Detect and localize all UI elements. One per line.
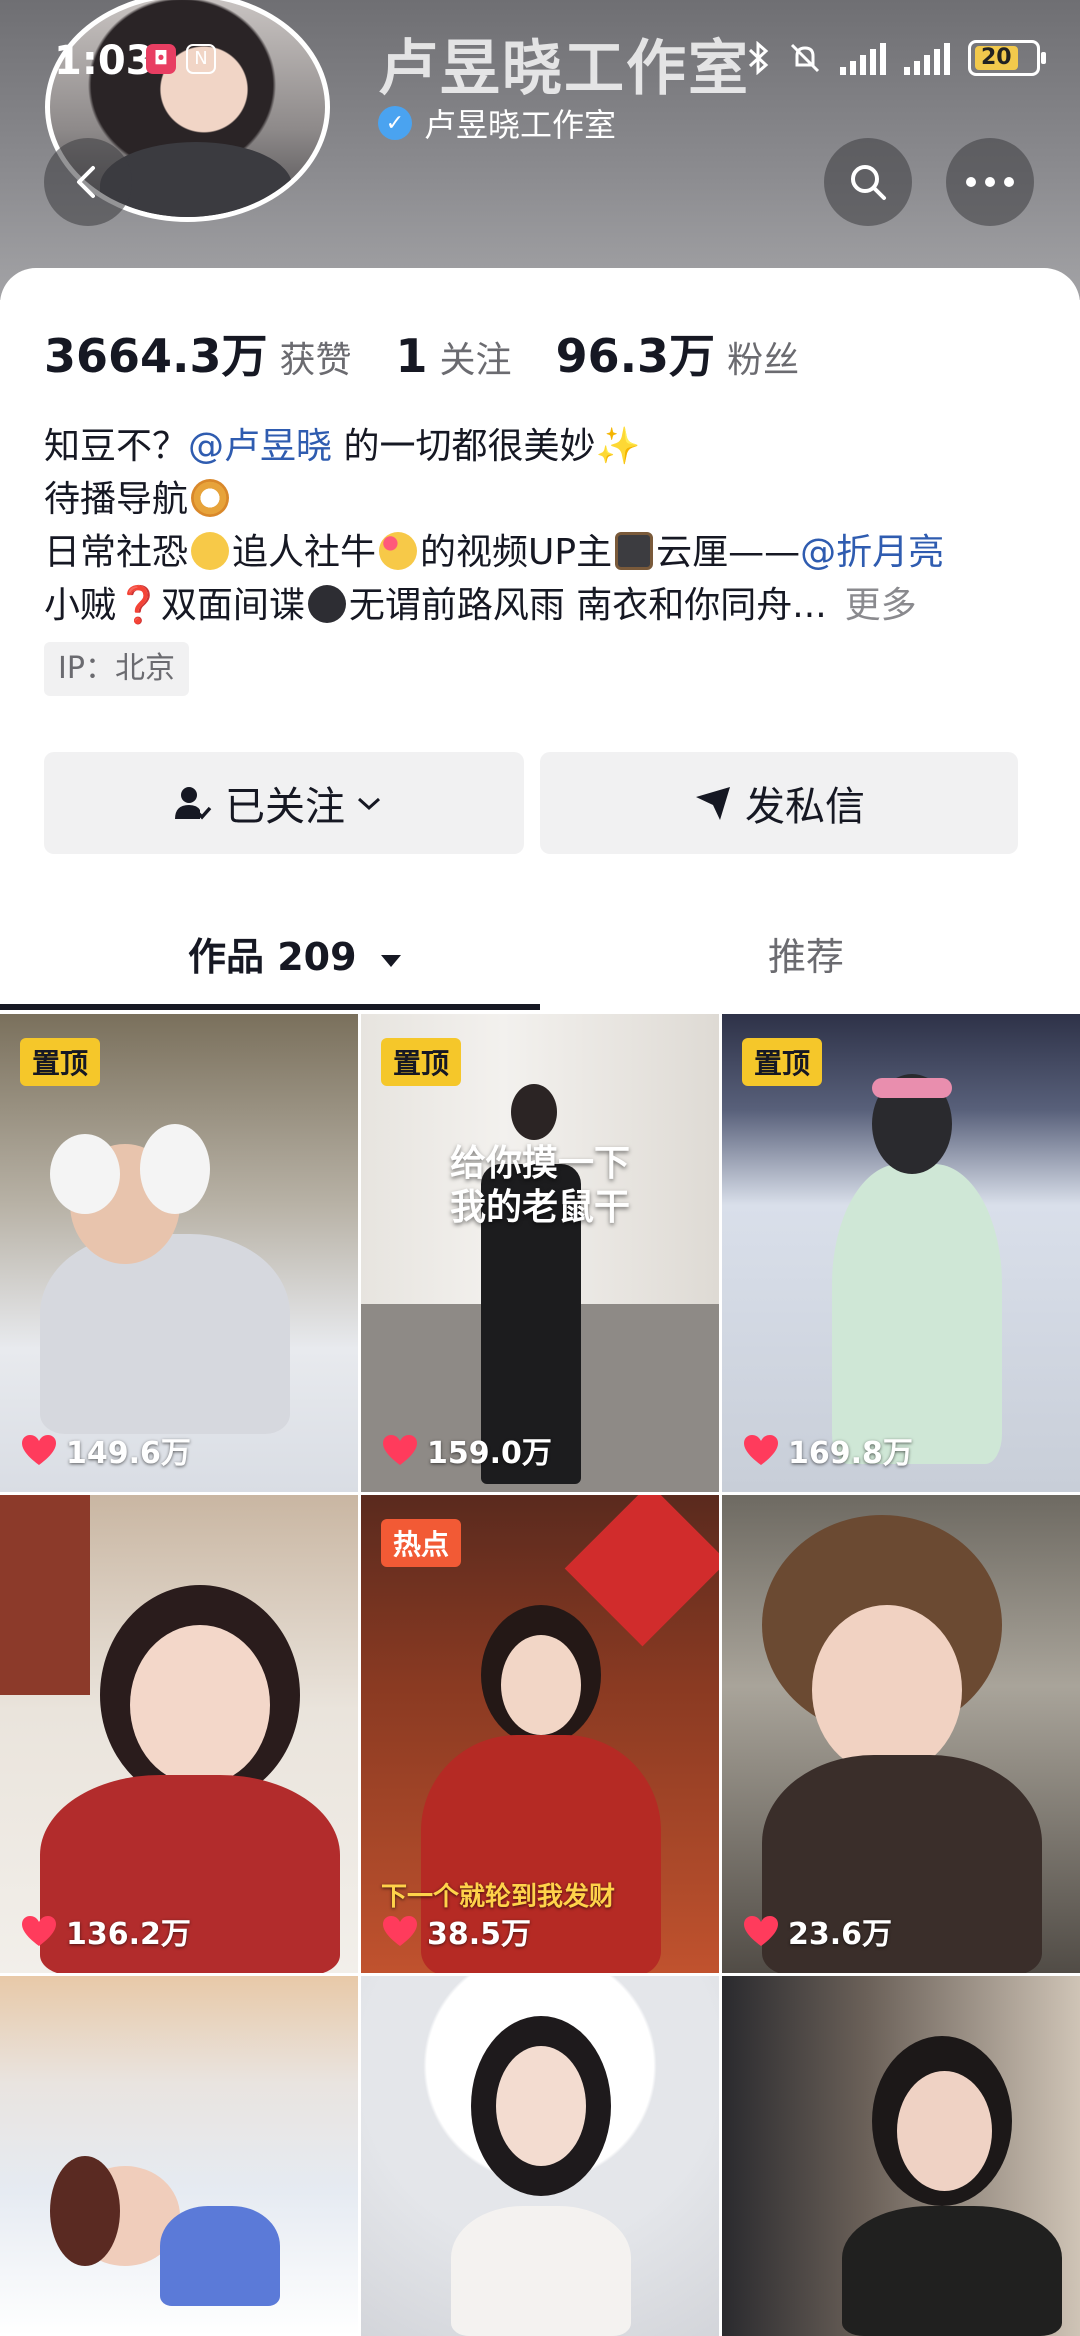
tab-recommend[interactable]: 推荐 [768, 926, 844, 981]
heart-icon [744, 1916, 778, 1946]
heart-icon [383, 1435, 417, 1465]
bio-text: 的一切都很美妙 [332, 426, 596, 467]
red-question-emoji-icon: ❓ [116, 585, 161, 626]
hearts-face-emoji-icon [379, 532, 418, 570]
nfc-icon: N [186, 44, 216, 74]
bio-text: 的视频UP主 [420, 532, 613, 573]
like-count-value: 159.0万 [427, 1436, 552, 1471]
pinned-badge: 置顶 [20, 1038, 101, 1086]
tab-works-label: 作品 209 [188, 935, 357, 979]
signal-icon [840, 41, 886, 75]
like-count: 169.8万 [742, 1428, 913, 1472]
ip-location-tag: IP：北京 [44, 642, 189, 696]
more-options-button[interactable] [946, 138, 1034, 226]
user-check-icon [173, 783, 213, 823]
video-tile[interactable]: 136.2万 [0, 1495, 358, 1973]
status-bar: 1:03 ◘ N 20 [0, 0, 1080, 120]
video-tile[interactable]: 热点 下一个就轮到我发财 38.5万 [361, 1495, 719, 1973]
heart-icon [22, 1916, 56, 1946]
heart-icon [744, 1435, 778, 1465]
like-count-value: 136.2万 [66, 1917, 191, 1952]
like-count: 159.0万 [381, 1428, 552, 1472]
hot-badge: 热点 [381, 1519, 462, 1567]
status-icons: 20 [748, 40, 1046, 76]
bio-text: 日常社恐 [44, 532, 189, 573]
tab-works[interactable]: 作品 209 [188, 926, 404, 981]
ninja-emoji-icon [307, 585, 346, 623]
back-arrow-icon [77, 166, 95, 198]
flushed-face-emoji-icon [191, 532, 230, 570]
video-tile[interactable] [0, 1976, 358, 2336]
video-tile[interactable]: 给你摸一下 我的老鼠干 置顶 159.0万 [361, 1014, 719, 1492]
like-count-value: 149.6万 [66, 1436, 191, 1471]
bio-text: 云厘—— [656, 532, 801, 573]
like-count: 149.6万 [20, 1428, 191, 1472]
mention-link[interactable]: @卢昱晓 [188, 426, 332, 467]
battery-level: 20 [975, 46, 1018, 70]
bio-text: 无谓前路风雨 南衣和你同舟... [348, 585, 827, 626]
chevron-down-icon [355, 793, 383, 813]
followers-count[interactable]: 96.3万 [556, 320, 716, 386]
like-count: 23.6万 [742, 1909, 892, 1953]
video-caption: 下一个就轮到我发财 [381, 1882, 616, 1912]
sparkles-emoji-icon: ✨ [595, 426, 641, 467]
profile-header: 卢昱晓工作室 ✓ 卢昱晓工作室 1:03 ◘ N 20 [0, 0, 1080, 300]
follow-button[interactable]: 已关注 [44, 752, 524, 854]
like-count: 38.5万 [381, 1909, 531, 1953]
following-count[interactable]: 1 [396, 329, 428, 383]
video-overlay-text: 给你摸一下 我的老鼠干 [449, 1143, 630, 1228]
video-tile[interactable]: 23.6万 [722, 1495, 1080, 1973]
heart-icon [22, 1435, 56, 1465]
back-button[interactable] [44, 138, 132, 226]
bio-text: 待播导航 [44, 479, 189, 520]
followers-label[interactable]: 粉丝 [727, 331, 799, 383]
message-button-label: 发私信 [745, 784, 865, 830]
search-button[interactable] [824, 138, 912, 226]
bluetooth-icon [748, 41, 769, 75]
mention-link-2[interactable]: @折月亮 [800, 532, 944, 573]
stats-row: 3664.3万 获赞 1 关注 96.3万 粉丝 [44, 320, 843, 386]
compass-emoji-icon [191, 479, 230, 517]
bio-more-link[interactable]: 更多 [845, 585, 917, 626]
like-count-value: 23.6万 [788, 1917, 893, 1952]
following-label[interactable]: 关注 [440, 331, 512, 383]
send-icon [693, 783, 733, 823]
content-tabs: 作品 209 推荐 [0, 900, 1080, 1010]
heart-icon [383, 1916, 417, 1946]
status-time: 1:03 [54, 38, 154, 84]
bio-text: 追人社牛 [232, 532, 377, 573]
tab-active-indicator [0, 1004, 540, 1010]
video-tile[interactable] [361, 1976, 719, 2336]
pinned-badge: 置顶 [381, 1038, 462, 1086]
video-tile[interactable]: 置顶 149.6万 [0, 1014, 358, 1492]
video-tile[interactable]: 置顶 169.8万 [722, 1014, 1080, 1492]
search-icon [851, 165, 886, 200]
bio-text: 小贼 [44, 585, 117, 626]
like-count-value: 169.8万 [788, 1436, 913, 1471]
mute-icon [790, 43, 820, 73]
message-button[interactable]: 发私信 [540, 752, 1018, 854]
bio-text: 知豆不？ [44, 426, 189, 467]
like-count-value: 38.5万 [427, 1917, 532, 1952]
follow-button-label: 已关注 [225, 784, 345, 830]
likes-count: 3664.3万 [44, 329, 268, 383]
bio: 知豆不？@卢昱晓 的一切都很美妙✨ 待播导航 日常社恐 追人社牛 的视频UP主 云厘—… [44, 420, 1054, 632]
likes-label: 获赞 [279, 340, 352, 381]
bio-text: 双面间谍 [160, 585, 305, 626]
app-notification-icon: ◘ [146, 44, 176, 74]
battery-icon: 20 [968, 40, 1046, 76]
caret-down-icon [380, 955, 401, 967]
video-tile[interactable] [722, 1976, 1080, 2336]
pinned-badge: 置顶 [742, 1038, 823, 1086]
like-count: 136.2万 [20, 1909, 191, 1953]
tv-emoji-icon [615, 532, 654, 570]
signal-2-icon [904, 41, 950, 75]
more-dots-icon [966, 177, 1014, 187]
